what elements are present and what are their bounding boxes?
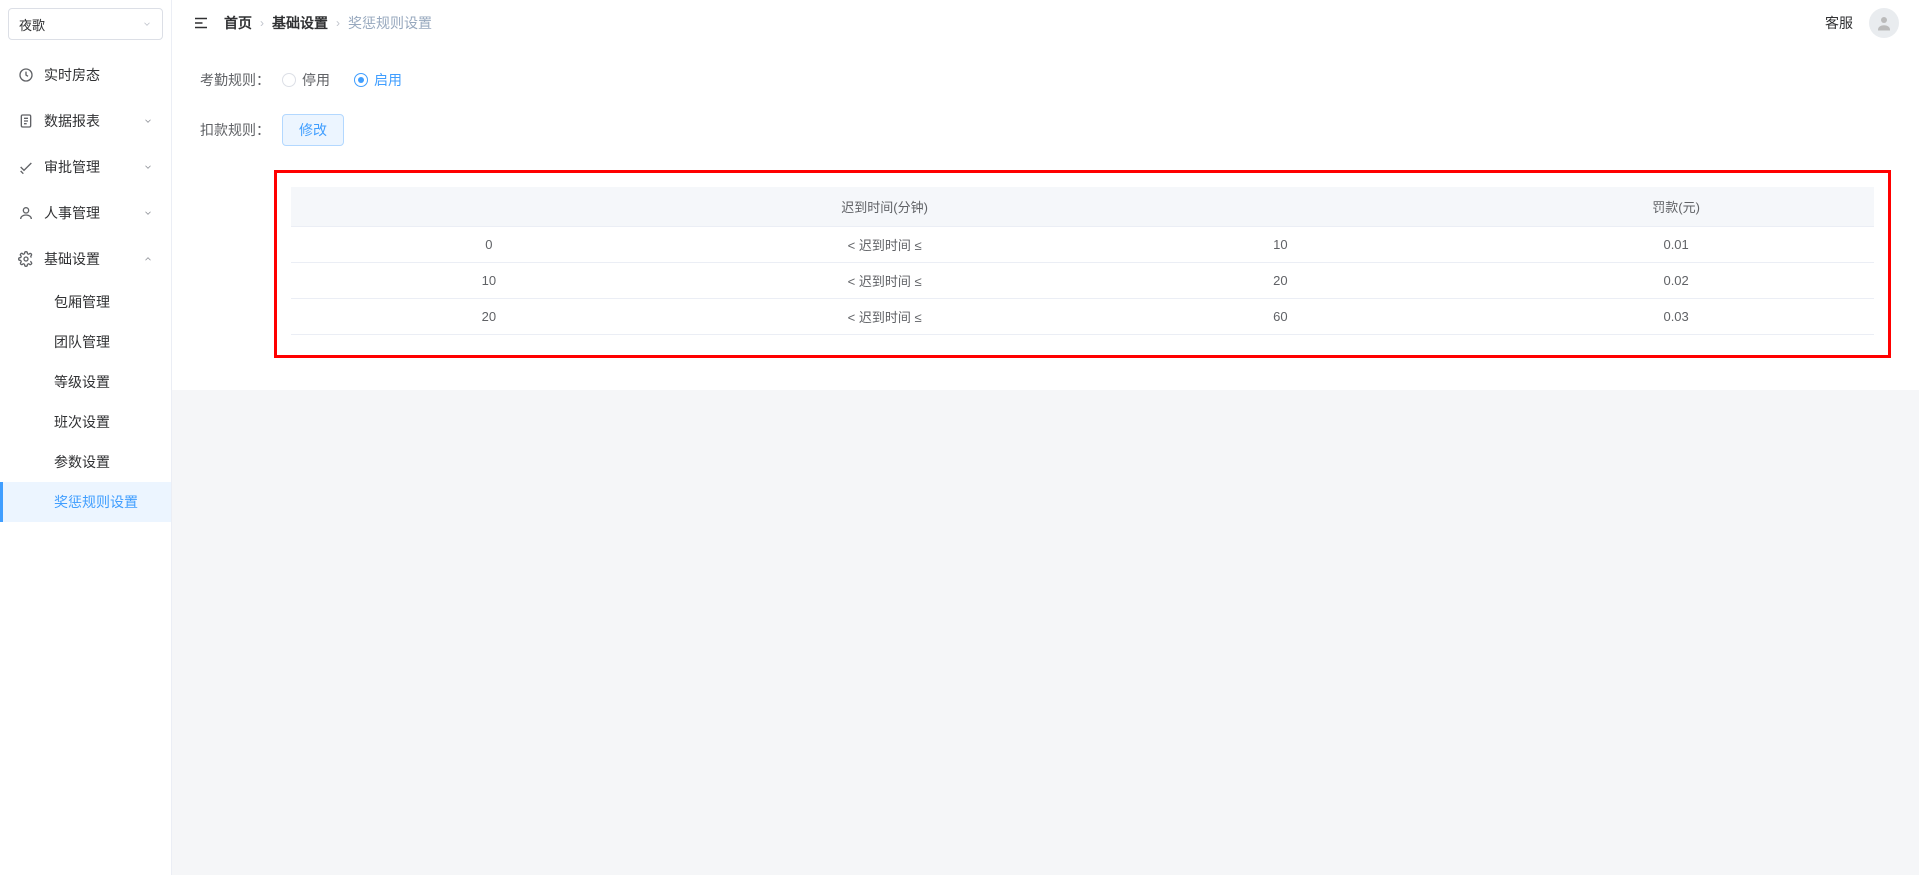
radio-disable[interactable]: 停用 (282, 70, 330, 90)
modify-button[interactable]: 修改 (282, 114, 344, 146)
radio-checked-icon (354, 73, 368, 87)
chevron-down-icon (142, 19, 152, 29)
deduction-table: 迟到时间(分钟) 罚款(元) 0 < 迟到时间 ≤ 10 0.01 (291, 187, 1874, 335)
cell-fine: 0.01 (1478, 227, 1874, 263)
sidebar-item-label: 审批管理 (44, 157, 100, 177)
main: 首页 › 基础设置 › 奖惩规则设置 客服 考勤规则： (172, 0, 1919, 875)
cell-fine: 0.03 (1478, 299, 1874, 335)
sub-item-label: 奖惩规则设置 (54, 492, 138, 512)
sub-item-label: 等级设置 (54, 372, 110, 392)
chevron-up-icon (143, 254, 153, 264)
topbar: 首页 › 基础设置 › 奖惩规则设置 客服 (172, 0, 1919, 46)
chevron-down-icon (143, 116, 153, 126)
settings-card: 考勤规则： 停用 启用 扣款规则： 修改 (172, 46, 1919, 390)
deduction-rule-row: 扣款规则： 修改 (200, 114, 1891, 146)
cell-to: 60 (1083, 299, 1479, 335)
cell-range-label: < 迟到时间 ≤ (687, 299, 1083, 335)
chevron-right-icon: › (260, 16, 264, 30)
deduction-rule-label: 扣款规则： (200, 120, 270, 140)
tenant-name: 夜歌 (19, 15, 45, 34)
sub-item-params[interactable]: 参数设置 (0, 442, 171, 482)
table-row: 10 < 迟到时间 ≤ 20 0.02 (291, 263, 1874, 299)
sidebar-item-approval[interactable]: 审批管理 (0, 144, 171, 190)
content: 考勤规则： 停用 启用 扣款规则： 修改 (172, 46, 1919, 875)
radio-unchecked-icon (282, 73, 296, 87)
cell-from: 0 (291, 227, 687, 263)
sidebar-item-label: 基础设置 (44, 249, 100, 269)
cell-range-label: < 迟到时间 ≤ (687, 263, 1083, 299)
crumb-home[interactable]: 首页 (224, 13, 252, 33)
cell-from: 20 (291, 299, 687, 335)
chevron-down-icon (143, 208, 153, 218)
cell-range-label: < 迟到时间 ≤ (687, 227, 1083, 263)
attendance-rule-row: 考勤规则： 停用 启用 (200, 70, 1891, 90)
avatar[interactable] (1869, 8, 1899, 38)
crumb-parent[interactable]: 基础设置 (272, 13, 328, 33)
col-fine: 罚款(元) (1478, 187, 1874, 227)
document-icon (18, 113, 34, 129)
sub-item-box[interactable]: 包厢管理 (0, 282, 171, 322)
sidebar-item-hr[interactable]: 人事管理 (0, 190, 171, 236)
sub-item-label: 参数设置 (54, 452, 110, 472)
sidebar-nav: 实时房态 数据报表 审批管理 (0, 44, 171, 522)
chevron-right-icon: › (336, 16, 340, 30)
col-late-time: 迟到时间(分钟) (291, 187, 1478, 227)
sub-item-label: 包厢管理 (54, 292, 110, 312)
cell-fine: 0.02 (1478, 263, 1874, 299)
sidebar-sub-basic: 包厢管理 团队管理 等级设置 班次设置 参数设置 奖惩规则设置 (0, 282, 171, 522)
sub-item-shift[interactable]: 班次设置 (0, 402, 171, 442)
sidebar-item-basic[interactable]: 基础设置 (0, 236, 171, 282)
radio-label: 启用 (374, 70, 402, 90)
sidebar-item-realtime[interactable]: 实时房态 (0, 52, 171, 98)
cell-from: 10 (291, 263, 687, 299)
attendance-rule-label: 考勤规则： (200, 70, 270, 90)
sub-item-team[interactable]: 团队管理 (0, 322, 171, 362)
breadcrumb: 首页 › 基础设置 › 奖惩规则设置 (224, 13, 432, 33)
crumb-current: 奖惩规则设置 (348, 13, 432, 33)
sidebar: 夜歌 实时房态 数据报表 (0, 0, 172, 875)
user-icon (18, 205, 34, 221)
gear-icon (18, 251, 34, 267)
sub-item-level[interactable]: 等级设置 (0, 362, 171, 402)
menu-toggle-icon[interactable] (192, 14, 210, 32)
table-row: 0 < 迟到时间 ≤ 10 0.01 (291, 227, 1874, 263)
check-icon (18, 159, 34, 175)
sidebar-item-label: 实时房态 (44, 65, 100, 85)
sidebar-item-label: 数据报表 (44, 111, 100, 131)
customer-service-link[interactable]: 客服 (1825, 13, 1853, 33)
sidebar-item-label: 人事管理 (44, 203, 100, 223)
chevron-down-icon (143, 162, 153, 172)
clock-icon (18, 67, 34, 83)
cell-to: 10 (1083, 227, 1479, 263)
sub-item-penalty-rules[interactable]: 奖惩规则设置 (0, 482, 171, 522)
sub-item-label: 班次设置 (54, 412, 110, 432)
table-row: 20 < 迟到时间 ≤ 60 0.03 (291, 299, 1874, 335)
tenant-select[interactable]: 夜歌 (8, 8, 163, 40)
table-header-row: 迟到时间(分钟) 罚款(元) (291, 187, 1874, 227)
radio-label: 停用 (302, 70, 330, 90)
deduction-table-highlight: 迟到时间(分钟) 罚款(元) 0 < 迟到时间 ≤ 10 0.01 (274, 170, 1891, 358)
attendance-radio-group: 停用 启用 (282, 70, 402, 90)
sub-item-label: 团队管理 (54, 332, 110, 352)
cell-to: 20 (1083, 263, 1479, 299)
radio-enable[interactable]: 启用 (354, 70, 402, 90)
sidebar-item-reports[interactable]: 数据报表 (0, 98, 171, 144)
